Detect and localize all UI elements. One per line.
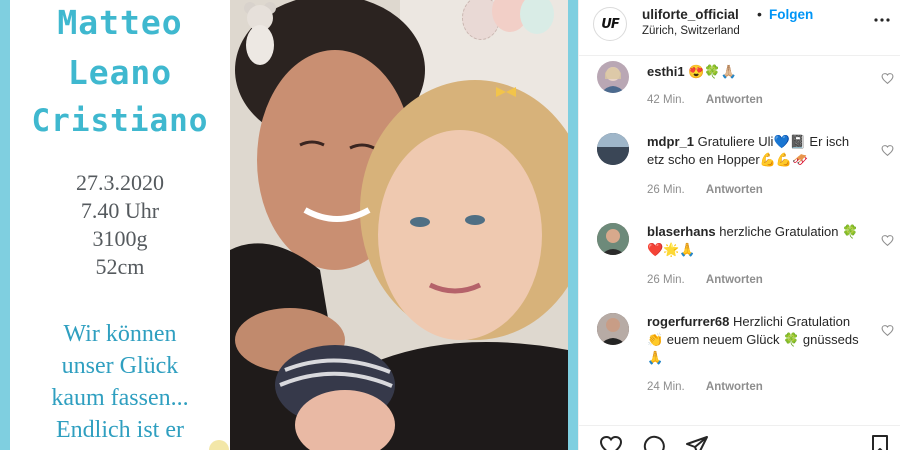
comment-like-heart-icon[interactable]: [881, 324, 894, 337]
post-side-panel: UF uliforte_official • Folgen Zürich, Sw…: [578, 0, 900, 450]
photo-frame-edge: [568, 0, 578, 450]
comment-text: mdpr_1 Gratuliere Uli💙📓 Er isch etz scho…: [647, 133, 869, 169]
account-avatar-text: UF: [601, 16, 619, 32]
post-header: UF uliforte_official • Folgen Zürich, Sw…: [579, 0, 900, 56]
birth-time: 7.40 Uhr: [80, 198, 160, 223]
comment-text: rogerfurrer68 Herzlichi Gratulation 👏 eu…: [647, 313, 869, 367]
comment-meta: 24 Min. Antworten: [647, 381, 763, 393]
comment-avatar[interactable]: [597, 313, 629, 345]
message-line-4: Endlich ist er: [56, 417, 184, 443]
comment-username[interactable]: blaserhans: [647, 224, 716, 239]
birth-announcement-card: Matteo Leano Cristiano 27.3.2020 7.40 Uh…: [10, 0, 230, 450]
send-icon[interactable]: [685, 434, 709, 450]
comment-username[interactable]: rogerfurrer68: [647, 314, 729, 329]
post-action-bar: [579, 425, 900, 450]
comment-body: 😍🍀🙏🏼: [688, 64, 737, 79]
account-avatar[interactable]: UF: [593, 7, 627, 41]
comment-time: 24 Min.: [647, 381, 685, 393]
avatar-portrait-icon: [601, 67, 625, 93]
more-horizontal-icon[interactable]: [873, 11, 891, 29]
comment-avatar[interactable]: [597, 133, 629, 165]
heart-icon[interactable]: [599, 434, 623, 450]
post-location[interactable]: Zürich, Switzerland: [642, 25, 740, 37]
comment-time: 42 Min.: [647, 94, 685, 106]
birth-weight: 3100g: [92, 226, 148, 251]
account-username[interactable]: uliforte_official: [642, 7, 739, 22]
baby-name-line-2: Leano: [67, 53, 173, 92]
message-line-2: unser Glück: [61, 353, 179, 379]
message-line-1: Wir können: [63, 321, 177, 347]
bow-sticker-icon: [496, 87, 516, 97]
birth-date: 27.3.2020: [76, 170, 164, 195]
comment-text: esthi1 😍🍀🙏🏼: [647, 63, 869, 81]
post-image[interactable]: Matteo Leano Cristiano 27.3.2020 7.40 Uh…: [0, 0, 578, 450]
comment-like-heart-icon[interactable]: [881, 144, 894, 157]
avatar-portrait-icon: [597, 223, 629, 255]
teddy-bear-sticker-icon: [244, 2, 276, 65]
comment-meta: 26 Min. Antworten: [647, 274, 763, 286]
comment-username[interactable]: mdpr_1: [647, 134, 694, 149]
baby-name-line-3: Cristiano: [31, 103, 209, 139]
message-line-3: kaum fassen...: [51, 385, 189, 411]
comment-time: 26 Min.: [647, 184, 685, 196]
reply-button[interactable]: Antworten: [706, 381, 763, 393]
comment-icon[interactable]: [642, 434, 666, 450]
comment-text: blaserhans herzliche Gratulation 🍀❤️🌟🙏: [647, 223, 869, 259]
comment-username[interactable]: esthi1: [647, 64, 685, 79]
comment-like-heart-icon[interactable]: [881, 234, 894, 247]
comment-meta: 42 Min. Antworten: [647, 94, 763, 106]
comment-meta: 26 Min. Antworten: [647, 184, 763, 196]
family-photo: [230, 0, 568, 450]
follow-button[interactable]: Folgen: [769, 7, 813, 22]
reply-button[interactable]: Antworten: [706, 94, 763, 106]
comment-like-heart-icon[interactable]: [881, 72, 894, 85]
comment-avatar[interactable]: [597, 223, 629, 255]
birth-length: 52cm: [95, 254, 145, 279]
reply-button[interactable]: Antworten: [706, 184, 763, 196]
baby-name-line-1: Matteo: [57, 3, 183, 42]
comment-time: 26 Min.: [647, 274, 685, 286]
avatar-portrait-icon: [597, 313, 629, 345]
header-separator: •: [757, 6, 762, 22]
avatar-landscape-icon: [597, 133, 629, 165]
bookmark-icon[interactable]: [868, 434, 892, 450]
reply-button[interactable]: Antworten: [706, 274, 763, 286]
comment-avatar[interactable]: [597, 61, 629, 93]
